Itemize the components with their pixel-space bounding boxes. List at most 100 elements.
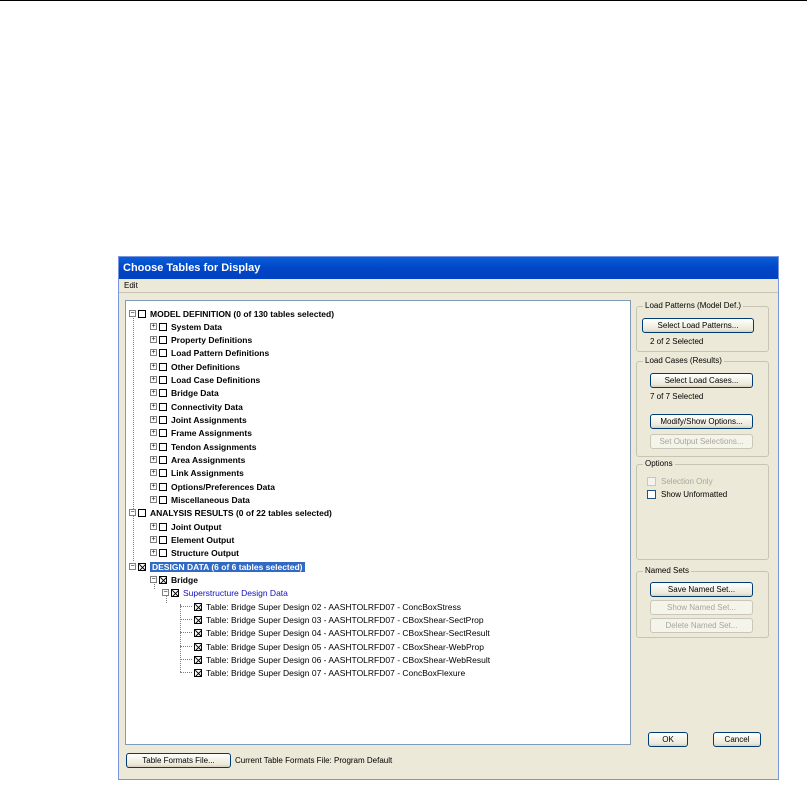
tree-node-joint-assignments[interactable]: + Joint Assignments — [150, 413, 247, 425]
tree-node-model-definition[interactable]: − MODEL DEFINITION (0 of 130 tables selec… — [129, 307, 334, 319]
checkbox-checked-icon[interactable] — [194, 615, 202, 624]
tree-node-frame-assignments[interactable]: + Frame Assignments — [150, 426, 252, 438]
page-top-rule — [0, 0, 807, 1]
options-title: Options — [643, 459, 675, 468]
tree-node-table[interactable]: Table: Bridge Super Design 04 - AASHTOLR… — [180, 626, 490, 638]
checkbox-icon[interactable] — [159, 388, 167, 397]
tree-node-joint-output[interactable]: + Joint Output — [150, 520, 222, 532]
expand-icon[interactable]: + — [150, 536, 157, 544]
expand-icon[interactable]: + — [150, 336, 157, 344]
named-sets-title: Named Sets — [643, 566, 692, 575]
checkbox-icon[interactable] — [159, 495, 167, 504]
collapse-icon[interactable]: − — [129, 310, 136, 318]
tree-node-bridge[interactable]: − Bridge — [150, 573, 198, 585]
checkbox-checked-icon[interactable] — [194, 655, 202, 664]
tree-node-table[interactable]: Table: Bridge Super Design 05 - AASHTOLR… — [180, 640, 484, 652]
collapse-icon[interactable]: − — [129, 563, 136, 571]
checkbox-icon[interactable] — [159, 362, 167, 371]
tree-node-bridge-data[interactable]: + Bridge Data — [150, 386, 219, 398]
select-load-cases-button[interactable]: Select Load Cases... — [650, 373, 753, 388]
tree-node-tendon-assignments[interactable]: + Tendon Assignments — [150, 440, 256, 452]
tree-node-load-pattern-definitions[interactable]: + Load Pattern Definitions — [150, 346, 269, 358]
expand-icon[interactable]: + — [150, 429, 157, 437]
modify-show-options-button[interactable]: Modify/Show Options... — [650, 414, 753, 429]
tree-node-table[interactable]: Table: Bridge Super Design 06 - AASHTOLR… — [180, 653, 490, 665]
checkbox-icon[interactable] — [647, 477, 656, 487]
set-output-selections-button[interactable]: Set Output Selections... — [650, 434, 753, 449]
checkbox-checked-icon[interactable] — [194, 668, 202, 677]
checkbox-icon[interactable] — [159, 415, 167, 424]
cancel-button[interactable]: Cancel — [713, 732, 761, 747]
checkbox-icon[interactable] — [159, 468, 167, 477]
tree-node-element-output[interactable]: + Element Output — [150, 533, 234, 545]
checkbox-checked-icon[interactable] — [138, 562, 146, 571]
selection-only-checkbox[interactable]: Selection Only — [647, 476, 713, 487]
checkbox-icon[interactable] — [159, 322, 167, 331]
checkbox-checked-icon[interactable] — [171, 588, 179, 597]
load-patterns-title: Load Patterns (Model Def.) — [643, 301, 744, 310]
checkbox-checked-icon[interactable] — [159, 575, 167, 584]
expand-icon[interactable]: + — [150, 469, 157, 477]
expand-icon[interactable]: + — [150, 483, 157, 491]
collapse-icon[interactable]: − — [129, 509, 136, 517]
checkbox-icon[interactable] — [138, 508, 146, 517]
delete-named-set-button[interactable]: Delete Named Set... — [650, 618, 753, 633]
checkbox-icon[interactable] — [159, 428, 167, 437]
select-load-patterns-button[interactable]: Select Load Patterns... — [642, 318, 754, 333]
checkbox-checked-icon[interactable] — [194, 628, 202, 637]
expand-icon[interactable]: + — [150, 403, 157, 411]
tree-node-property-definitions[interactable]: + Property Definitions — [150, 333, 252, 345]
tree-node-superstructure-design-data[interactable]: − Superstructure Design Data — [162, 586, 288, 598]
expand-icon[interactable]: + — [150, 349, 157, 357]
checkbox-icon[interactable] — [159, 442, 167, 451]
collapse-icon[interactable]: − — [162, 589, 169, 597]
expand-icon[interactable]: + — [150, 416, 157, 424]
checkbox-icon[interactable] — [159, 482, 167, 491]
tree-node-design-data[interactable]: − DESIGN DATA (6 of 6 tables selected) — [129, 560, 305, 572]
expand-icon[interactable]: + — [150, 496, 157, 504]
checkbox-icon[interactable] — [159, 348, 167, 357]
save-named-set-button[interactable]: Save Named Set... — [650, 582, 753, 597]
checkbox-icon[interactable] — [159, 522, 167, 531]
expand-icon[interactable]: + — [150, 443, 157, 451]
tree-node-table[interactable]: Table: Bridge Super Design 07 - AASHTOLR… — [180, 666, 465, 678]
checkbox-icon[interactable] — [138, 309, 146, 318]
menu-edit[interactable]: Edit — [124, 281, 138, 290]
expand-icon[interactable]: + — [150, 456, 157, 464]
tree-node-table[interactable]: Table: Bridge Super Design 02 - AASHTOLR… — [180, 600, 461, 612]
table-formats-file-button[interactable]: Table Formats File... — [126, 753, 231, 768]
checkbox-icon[interactable] — [159, 535, 167, 544]
expand-icon[interactable]: + — [150, 549, 157, 557]
show-unformatted-checkbox[interactable]: Show Unformatted — [647, 489, 727, 500]
tree-node-structure-output[interactable]: + Structure Output — [150, 546, 239, 558]
checkbox-icon[interactable] — [159, 335, 167, 344]
show-named-set-button[interactable]: Show Named Set... — [650, 600, 753, 615]
tree-node-other-definitions[interactable]: + Other Definitions — [150, 360, 240, 372]
tree-node-connectivity-data[interactable]: + Connectivity Data — [150, 400, 243, 412]
dialog-title: Choose Tables for Display — [119, 257, 778, 279]
checkbox-checked-icon[interactable] — [194, 602, 202, 611]
checkbox-icon[interactable] — [159, 548, 167, 557]
tree-node-miscellaneous-data[interactable]: + Miscellaneous Data — [150, 493, 250, 505]
checkbox-icon[interactable] — [159, 402, 167, 411]
tree-node-area-assignments[interactable]: + Area Assignments — [150, 453, 245, 465]
tree-node-link-assignments[interactable]: + Link Assignments — [150, 466, 244, 478]
tree-node-options-preferences-data[interactable]: + Options/Preferences Data — [150, 480, 275, 492]
load-cases-status: 7 of 7 Selected — [650, 392, 704, 401]
ok-button[interactable]: OK — [648, 732, 688, 747]
expand-icon[interactable]: + — [150, 389, 157, 397]
checkbox-checked-icon[interactable] — [194, 642, 202, 651]
expand-icon[interactable]: + — [150, 523, 157, 531]
expand-icon[interactable]: + — [150, 363, 157, 371]
tables-tree[interactable]: − MODEL DEFINITION (0 of 130 tables selec… — [125, 300, 631, 745]
collapse-icon[interactable]: − — [150, 576, 157, 584]
expand-icon[interactable]: + — [150, 323, 157, 331]
tree-node-table[interactable]: Table: Bridge Super Design 03 - AASHTOLR… — [180, 613, 484, 625]
tree-node-analysis-results[interactable]: − ANALYSIS RESULTS (0 of 22 tables select… — [129, 506, 332, 518]
tree-node-system-data[interactable]: + System Data — [150, 320, 222, 332]
checkbox-icon[interactable] — [647, 490, 656, 500]
tree-node-load-case-definitions[interactable]: + Load Case Definitions — [150, 373, 260, 385]
expand-icon[interactable]: + — [150, 376, 157, 384]
checkbox-icon[interactable] — [159, 375, 167, 384]
checkbox-icon[interactable] — [159, 455, 167, 464]
